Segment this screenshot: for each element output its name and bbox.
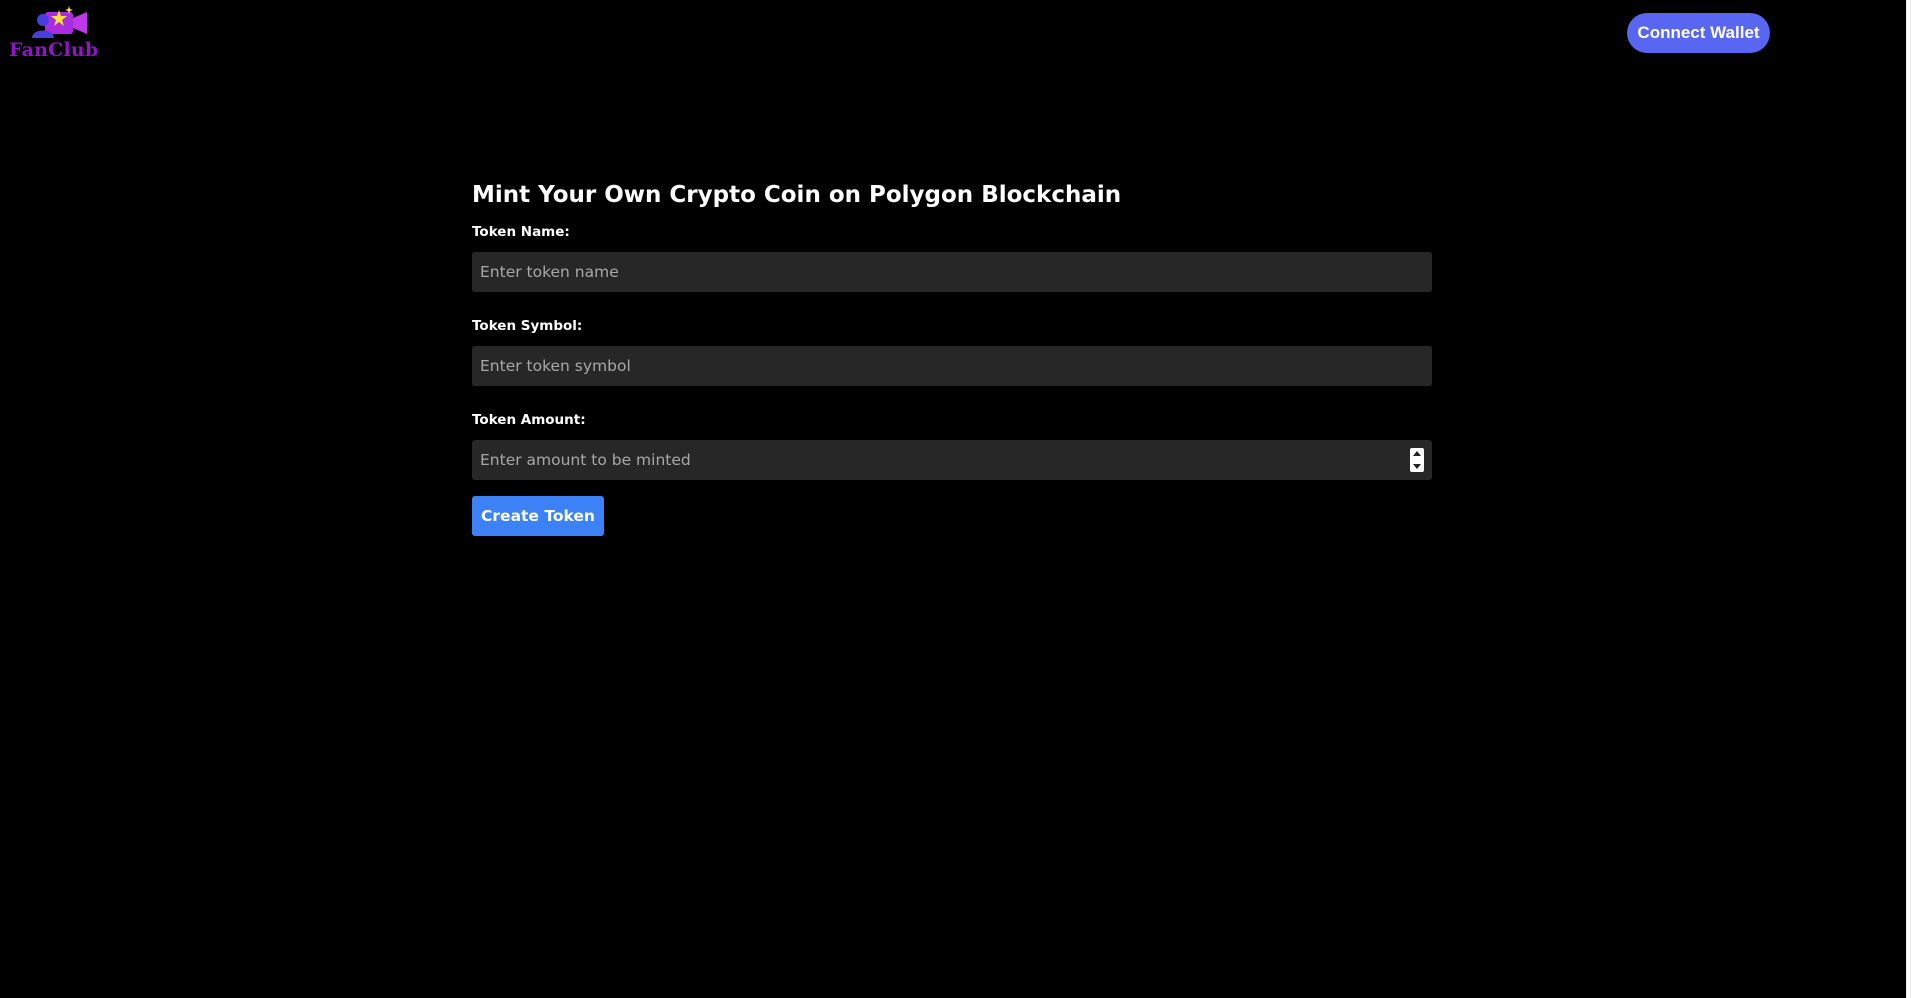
page-title: Mint Your Own Crypto Coin on Polygon Blo… bbox=[472, 182, 1122, 208]
create-token-button[interactable]: Create Token bbox=[472, 496, 604, 536]
page: FanClub Connect Wallet Mint Your Own Cry… bbox=[0, 0, 1911, 998]
logo-text: FanClub bbox=[9, 39, 99, 61]
token-symbol-field-wrapper bbox=[472, 346, 1432, 386]
token-symbol-input[interactable] bbox=[472, 346, 1432, 386]
stepper-up-icon[interactable] bbox=[1413, 451, 1421, 456]
token-amount-input[interactable] bbox=[472, 440, 1432, 480]
stepper-down-icon[interactable] bbox=[1413, 464, 1421, 469]
token-name-label: Token Name: bbox=[472, 224, 570, 240]
number-stepper[interactable] bbox=[1410, 448, 1424, 472]
token-amount-field-wrapper bbox=[472, 440, 1432, 480]
token-symbol-label: Token Symbol: bbox=[472, 318, 583, 334]
token-amount-label: Token Amount: bbox=[472, 412, 586, 428]
scrollbar[interactable] bbox=[1906, 0, 1911, 998]
fanclub-logo[interactable]: FanClub bbox=[9, 6, 109, 62]
token-name-field-wrapper bbox=[472, 252, 1432, 292]
mint-token-form: Mint Your Own Crypto Coin on Polygon Blo… bbox=[472, 178, 1432, 536]
video-camera-star-icon bbox=[32, 6, 87, 38]
token-name-input[interactable] bbox=[472, 252, 1432, 292]
connect-wallet-button[interactable]: Connect Wallet bbox=[1627, 13, 1770, 53]
